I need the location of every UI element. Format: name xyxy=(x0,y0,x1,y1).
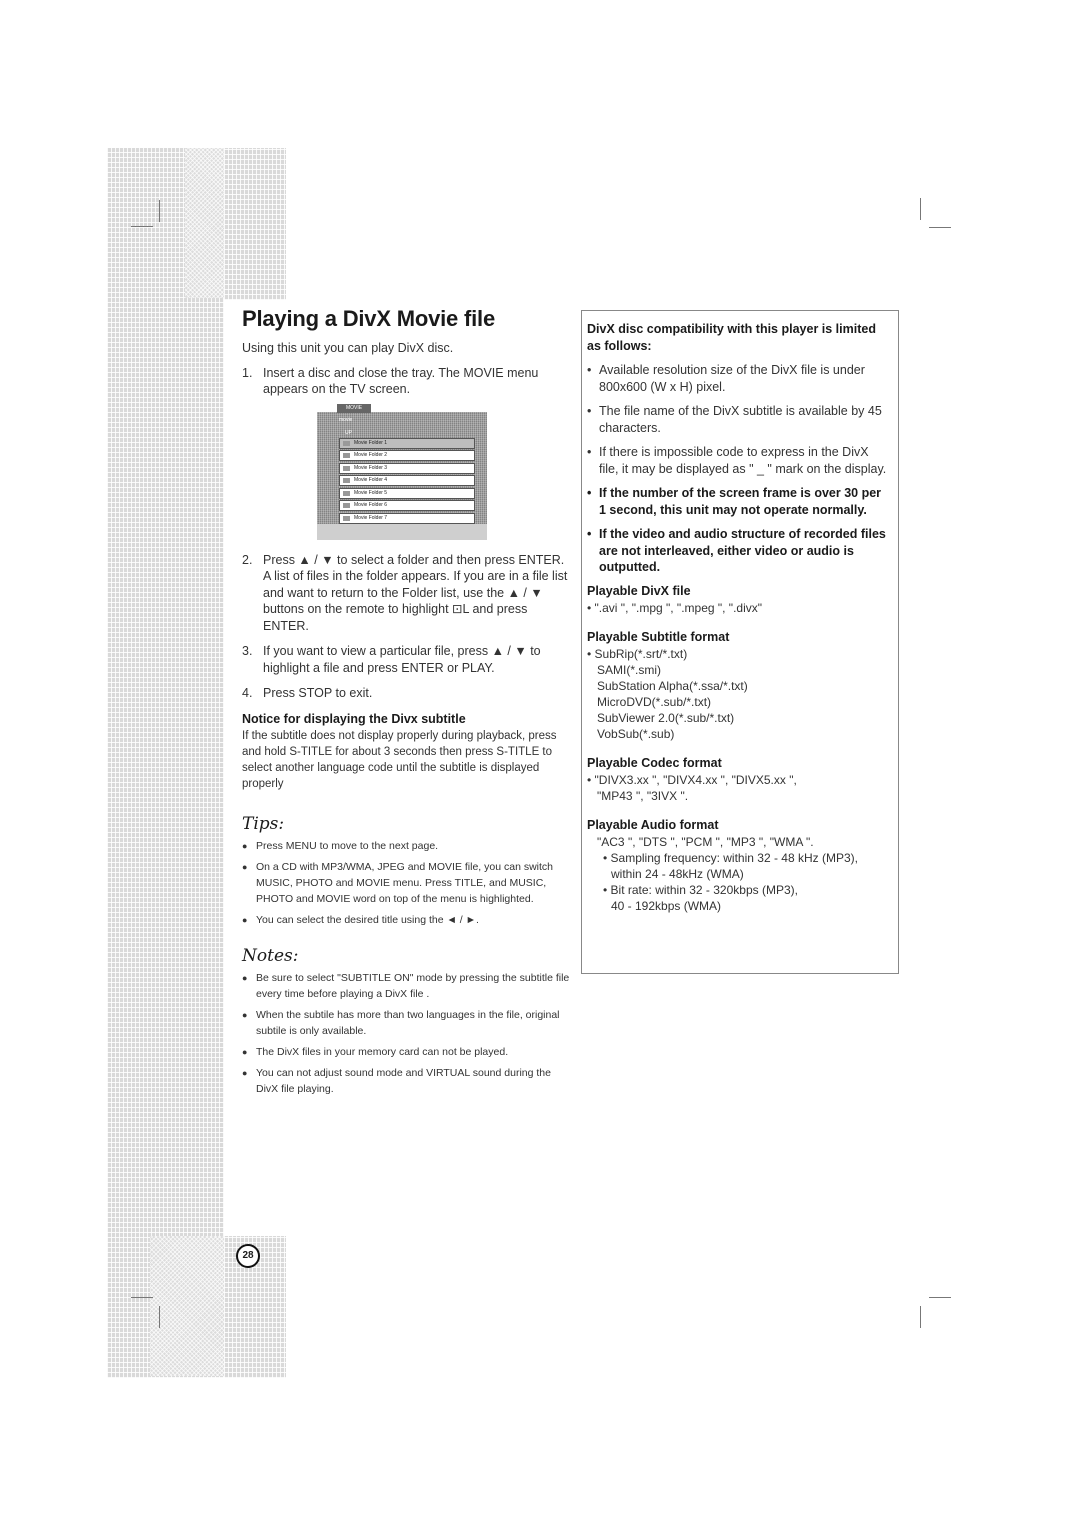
playable-audio-heading: Playable Audio format xyxy=(587,817,719,832)
crop-mark-top-right-h xyxy=(929,227,951,228)
bullet-icon: ● xyxy=(242,972,248,983)
step-text: Press STOP to exit. xyxy=(263,686,373,700)
crop-mark-top-left-h xyxy=(131,226,153,227)
subtitle-format: • SubRip(*.srt/*.txt) xyxy=(587,646,688,661)
audio-bitrate: 40 - 192kbps (WMA) xyxy=(611,898,722,913)
compat-text: If the number of the screen frame is ove… xyxy=(599,486,882,517)
playable-file-heading: Playable DivX file xyxy=(587,583,691,598)
page-title: Playing a DivX Movie file xyxy=(242,306,495,331)
note-text: The DivX files in your memory card can n… xyxy=(256,1045,509,1058)
crop-mark-bottom-left-v xyxy=(159,1306,160,1328)
crop-mark-bottom-right-v xyxy=(920,1306,921,1328)
step-3: 3. If you want to view a particular file… xyxy=(242,643,572,676)
movie-menu-screenshot: MOVIE movie UP Movie Folder 1 Movie Fold… xyxy=(317,403,487,540)
menu-folder-item: Movie Folder 7 xyxy=(339,512,475,524)
subtitle-format: SAMI(*.smi) xyxy=(597,662,661,677)
bullet-icon: ● xyxy=(242,1067,248,1078)
menu-folder-list: Movie Folder 1 Movie Folder 2 Movie Fold… xyxy=(339,437,475,538)
bullet-icon: ● xyxy=(242,861,248,872)
crop-mark-bottom-left-h xyxy=(131,1297,153,1298)
bullet-icon: • xyxy=(587,363,592,377)
menu-tab-movie: MOVIE xyxy=(337,403,371,413)
menu-header: movie xyxy=(339,416,353,423)
compat-item: • If there is impossible code to express … xyxy=(587,444,890,477)
page-number-badge: 28 xyxy=(236,1244,260,1268)
tip-item: ● You can select the desired title using … xyxy=(242,912,572,928)
playable-subtitle-heading: Playable Subtitle format xyxy=(587,629,730,644)
tip-item: ● On a CD with MP3/WMA, JPEG and MOVIE fi… xyxy=(242,859,572,907)
note-text: Be sure to select "SUBTITLE ON" mode by … xyxy=(256,971,570,1000)
bullet-icon: ● xyxy=(242,914,248,925)
audio-formats: "AC3 ", "DTS ", "PCM ", "MP3 ", "WMA ". xyxy=(597,834,814,849)
intro-text: Using this unit you can play DivX disc. xyxy=(242,341,454,355)
compatibility-box: DivX disc compatibility with this player… xyxy=(581,310,899,974)
bullet-icon: • xyxy=(587,404,592,418)
menu-folder-item: Movie Folder 4 xyxy=(339,475,475,486)
step-2: 2. Press ▲ / ▼ to select a folder and th… xyxy=(242,552,572,635)
step-4: 4. Press STOP to exit. xyxy=(242,685,572,702)
subtitle-format: SubViewer 2.0(*.sub/*.txt) xyxy=(597,710,735,725)
step-text: Insert a disc and close the tray. The MO… xyxy=(263,365,539,397)
compat-text: The file name of the DivX subtitle is av… xyxy=(599,404,882,435)
step-1: 1. Insert a disc and close the tray. The… xyxy=(242,365,572,398)
tip-text: On a CD with MP3/WMA, JPEG and MOVIE fil… xyxy=(256,860,554,905)
bullet-icon: ● xyxy=(242,840,248,851)
crop-mark-bottom-right-h xyxy=(929,1297,951,1298)
note-text: You can not adjust sound mode and VIRTUA… xyxy=(256,1066,551,1095)
note-item: ● The DivX files in your memory card can … xyxy=(242,1044,572,1060)
step-number: 4. xyxy=(242,686,253,700)
audio-sampling: • Sampling frequency: within 32 - 48 kHz… xyxy=(603,850,858,865)
compat-text: Available resolution size of the DivX fi… xyxy=(599,363,865,394)
audio-bitrate: • Bit rate: within 32 - 320kbps (MP3), xyxy=(603,882,798,897)
menu-up-folder: UP xyxy=(345,429,352,436)
step-number: 2. xyxy=(242,552,253,567)
step-number: 1. xyxy=(242,365,253,380)
notice-heading: Notice for displaying the Divx subtitle xyxy=(242,711,466,726)
bullet-icon: ● xyxy=(242,1009,248,1020)
subtitle-format: VobSub(*.sub) xyxy=(597,726,675,741)
bullet-icon: • xyxy=(587,486,592,500)
tip-item: ● Press MENU to move to the next page. xyxy=(242,838,572,854)
step-text: Press ▲ / ▼ to select a folder and then … xyxy=(263,552,568,633)
step-number: 3. xyxy=(242,644,253,658)
note-item: ● Be sure to select "SUBTITLE ON" mode by… xyxy=(242,970,572,1002)
note-item: ● When the subtile has more than two lang… xyxy=(242,1007,572,1039)
subtitle-format: SubStation Alpha(*.ssa/*.txt) xyxy=(597,678,748,693)
subtitle-format: MicroDVD(*.sub/*.txt) xyxy=(597,694,712,709)
decorative-side-stripe xyxy=(107,148,224,1378)
compat-item: • If the number of the screen frame is ov… xyxy=(587,485,890,518)
tips-title: Tips: xyxy=(242,813,285,834)
playable-codec-heading: Playable Codec format xyxy=(587,755,722,770)
compat-item: • If the video and audio structure of rec… xyxy=(587,526,890,576)
menu-folder-item: Movie Folder 6 xyxy=(339,500,475,511)
decorative-stripe-top xyxy=(224,148,286,300)
compat-item: • Available resolution size of the DivX f… xyxy=(587,362,890,395)
menu-footer xyxy=(317,523,487,540)
compat-item: • The file name of the DivX subtitle is a… xyxy=(587,403,890,436)
compatibility-heading: DivX disc compatibility with this player… xyxy=(587,322,876,353)
notice-text: If the subtitle does not display properl… xyxy=(242,729,557,790)
step-text: If you want to view a particular file, p… xyxy=(263,644,541,675)
crop-mark-top-left-v xyxy=(159,200,160,222)
compat-text: If there is impossible code to express i… xyxy=(599,445,887,476)
menu-folder-item: Movie Folder 5 xyxy=(339,487,475,499)
codec-list: "MP43 ", "3IVX ". xyxy=(597,788,689,803)
tip-text: Press MENU to move to the next page. xyxy=(256,839,439,852)
audio-sampling: within 24 - 48kHz (WMA) xyxy=(611,866,744,881)
bullet-icon: • xyxy=(587,445,592,459)
left-column: Playing a DivX Movie file Using this uni… xyxy=(242,306,572,1102)
note-item: ● You can not adjust sound mode and VIRTU… xyxy=(242,1065,572,1097)
crop-mark-top-right-v xyxy=(920,198,921,220)
bullet-icon: • xyxy=(587,527,592,541)
note-text: When the subtile has more than two langu… xyxy=(256,1008,560,1037)
compat-text: If the video and audio structure of reco… xyxy=(599,527,886,574)
bullet-icon: ● xyxy=(242,1046,248,1057)
menu-folder-item: Movie Folder 3 xyxy=(339,462,475,474)
tip-text: You can select the desired title using t… xyxy=(256,913,479,926)
menu-folder-item: Movie Folder 2 xyxy=(339,450,475,461)
menu-folder-item: Movie Folder 1 xyxy=(339,437,475,449)
playable-file-list: • ".avi ", ".mpg ", ".mpeg ", ".divx" xyxy=(587,600,762,615)
codec-list: • "DIVX3.xx ", "DIVX4.xx ", "DIVX5.xx ", xyxy=(587,772,797,787)
notes-title: Notes: xyxy=(242,945,299,966)
